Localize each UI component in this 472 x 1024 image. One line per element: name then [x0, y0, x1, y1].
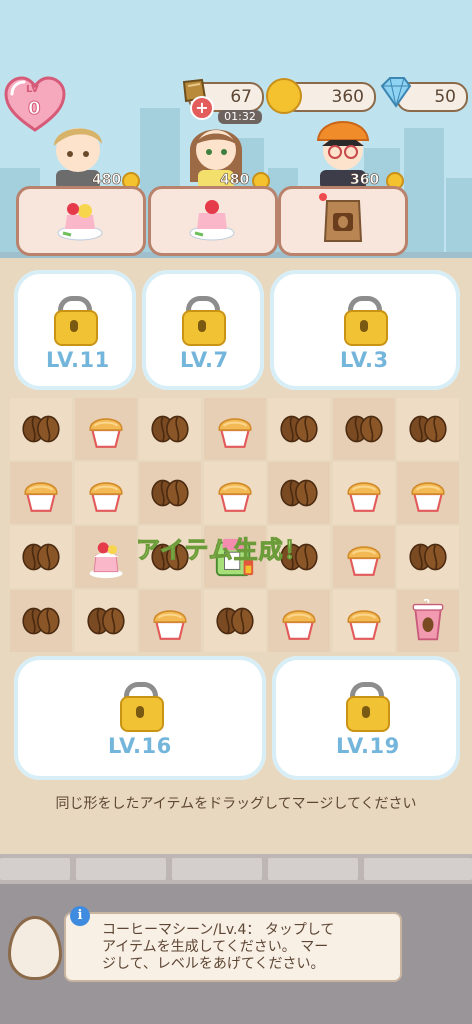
energy-value: 67	[230, 87, 252, 107]
coffee-bean-icon[interactable]	[277, 471, 321, 515]
order-card-2[interactable]	[148, 186, 278, 256]
muffin-icon[interactable]	[277, 599, 321, 643]
board-cell[interactable]	[268, 590, 330, 652]
board-cell[interactable]	[268, 398, 330, 460]
tip-line-3: ジして、レベルをあげてください。	[102, 956, 325, 972]
locked-area-3[interactable]: LV.3	[270, 270, 460, 390]
muffin-icon[interactable]	[148, 599, 192, 643]
level-value: 0	[28, 98, 41, 120]
locked-area-level: LV.16	[108, 734, 172, 758]
board-cell[interactable]	[397, 462, 459, 524]
muffin-icon[interactable]	[84, 407, 128, 451]
strawberry-cake-plate-icon	[57, 203, 103, 241]
muffin-icon[interactable]	[19, 471, 63, 515]
muffin-icon[interactable]	[406, 471, 450, 515]
board-cell[interactable]	[203, 590, 266, 652]
coffee-bean-icon[interactable]	[148, 407, 192, 451]
board-cell[interactable]	[74, 590, 137, 652]
board-cell[interactable]	[10, 398, 72, 460]
muffin-icon[interactable]	[213, 471, 257, 515]
level-label: LV	[26, 84, 39, 95]
tip-line-1: コーヒーマシーン/Lv.4： タップして	[102, 922, 335, 938]
board-cell[interactable]	[332, 526, 395, 588]
locked-area-2[interactable]: LV.7	[142, 270, 264, 390]
order-card-1[interactable]	[16, 186, 146, 256]
coin-value: 360	[331, 87, 364, 107]
coffee-bean-icon[interactable]	[406, 535, 450, 579]
coin-icon	[266, 78, 302, 114]
board-cell[interactable]	[397, 398, 459, 460]
muffin-icon[interactable]	[342, 599, 386, 643]
board-cell[interactable]	[397, 526, 459, 588]
board-cell[interactable]	[74, 526, 137, 588]
board-cell[interactable]	[74, 398, 137, 460]
locked-area-level: LV.7	[180, 348, 229, 372]
muffin-icon[interactable]	[84, 471, 128, 515]
board-cell[interactable]	[268, 462, 330, 524]
gem-icon	[380, 77, 412, 108]
board-cell[interactable]	[139, 398, 201, 460]
coffee-bean-icon[interactable]	[213, 599, 257, 643]
coffee-bean-icon[interactable]	[19, 407, 63, 451]
gem-value: 50	[434, 87, 456, 107]
tip-line-2: アイテムを生成してください。 マー	[102, 939, 329, 955]
muffin-icon[interactable]	[213, 407, 257, 451]
board-cell[interactable]	[139, 590, 201, 652]
board-cell[interactable]	[332, 590, 395, 652]
coffee-bean-icon[interactable]	[148, 471, 192, 515]
locked-area-level: LV.11	[46, 348, 110, 372]
strawberry-cake-icon[interactable]	[84, 535, 128, 579]
coffee-bean-icon[interactable]	[342, 407, 386, 451]
order-card-3[interactable]	[278, 186, 408, 256]
strawberry-cake-plate-icon	[189, 200, 235, 241]
info-icon[interactable]: i	[70, 906, 90, 926]
board-cell[interactable]	[10, 462, 72, 524]
muffin-icon[interactable]	[342, 471, 386, 515]
coffee-cup-icon[interactable]	[406, 599, 450, 643]
coffee-bean-icon[interactable]	[19, 535, 63, 579]
locked-area-level: LV.3	[340, 348, 389, 372]
coffee-bag-icon	[323, 200, 363, 242]
board-cell[interactable]	[10, 526, 72, 588]
item-generated-message: アイテム生成！	[136, 536, 309, 565]
board-cell[interactable]	[10, 590, 72, 652]
locked-area-level: LV.19	[336, 734, 400, 758]
board-cell[interactable]	[332, 462, 395, 524]
coffee-bean-icon[interactable]	[19, 599, 63, 643]
tip-dialog: コーヒーマシーン/Lv.4： タップして アイテムを生成してください。 マー ジ…	[64, 912, 402, 982]
board-cell[interactable]	[74, 462, 137, 524]
coffee-bean-icon[interactable]	[277, 407, 321, 451]
locked-area-1[interactable]: LV.11	[14, 270, 136, 390]
merge-hint-text: 同じ形をしたアイテムをドラッグしてマージしてください	[55, 796, 417, 812]
board-cell[interactable]	[332, 398, 395, 460]
muffin-icon[interactable]	[342, 535, 386, 579]
coffee-bean-icon[interactable]	[84, 599, 128, 643]
board-cell[interactable]	[203, 398, 266, 460]
locked-area-4[interactable]: LV.16	[14, 656, 266, 780]
board-cell[interactable]	[397, 590, 459, 652]
tip-text: コーヒーマシーン/Lv.4： タップして アイテムを生成してください。 マー ジ…	[102, 922, 392, 973]
locked-area-5[interactable]: LV.19	[272, 656, 460, 780]
board-cell[interactable]	[139, 462, 201, 524]
coffee-bean-icon[interactable]	[406, 407, 450, 451]
board-cell[interactable]	[203, 462, 266, 524]
